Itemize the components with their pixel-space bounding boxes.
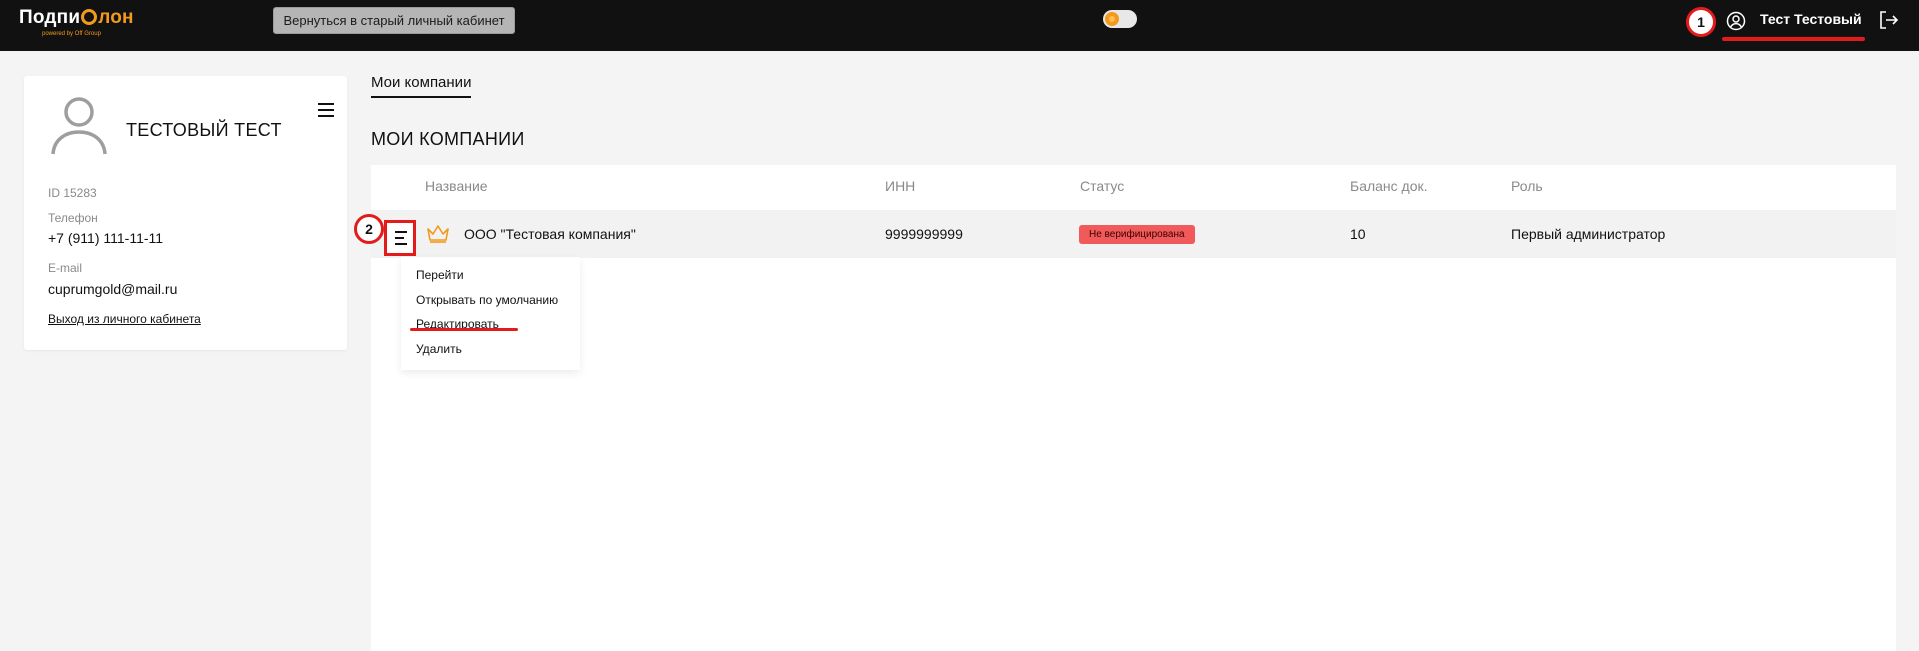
profile-card: ТЕСТОВЫЙ ТЕСТ ID 15283 Телефон +7 (911) … bbox=[24, 76, 347, 350]
logo-text-part2: лон bbox=[98, 7, 134, 28]
toggle-knob-icon bbox=[1105, 12, 1119, 26]
row-action-menu: Перейти Открывать по умолчанию Редактиро… bbox=[401, 257, 580, 370]
table-row[interactable]: ООО "Тестовая компания" 9999999999 Не ве… bbox=[371, 210, 1896, 258]
annotation-marker-1: 1 bbox=[1686, 7, 1716, 37]
email-label: E-mail bbox=[48, 261, 83, 275]
annotation-underline-edit bbox=[410, 328, 518, 331]
menu-item-open[interactable]: Перейти bbox=[416, 268, 464, 282]
annotation-marker-2: 2 bbox=[354, 214, 384, 244]
menu-line bbox=[395, 243, 407, 245]
company-role: Первый администратор bbox=[1511, 226, 1666, 242]
top-bar: Подпи лон powered by Off Group Вернуться … bbox=[0, 0, 1919, 51]
profile-menu-icon[interactable] bbox=[318, 103, 334, 117]
menu-item-delete[interactable]: Удалить bbox=[416, 342, 462, 356]
table-header: Название ИНН Статус Баланс док. Роль bbox=[371, 165, 1896, 210]
avatar-icon bbox=[51, 97, 107, 155]
company-name[interactable]: ООО "Тестовая компания" bbox=[464, 226, 636, 242]
back-to-old-cabinet-button[interactable]: Вернуться в старый личный кабинет bbox=[273, 7, 515, 34]
column-header-balance[interactable]: Баланс док. bbox=[1350, 178, 1428, 194]
menu-line bbox=[395, 231, 407, 233]
column-header-role[interactable]: Роль bbox=[1511, 178, 1543, 194]
phone-label: Телефон bbox=[48, 211, 98, 225]
logo[interactable]: Подпи лон powered by Off Group bbox=[19, 7, 134, 37]
company-inn: 9999999999 bbox=[885, 226, 963, 242]
logo-subtext: powered by Off Group bbox=[42, 31, 101, 37]
theme-toggle[interactable] bbox=[1103, 10, 1137, 28]
company-balance: 10 bbox=[1350, 226, 1366, 242]
status-badge: Не верифицирована bbox=[1079, 225, 1195, 244]
annotation-underline-user bbox=[1722, 37, 1865, 41]
phone-value: +7 (911) 111-11-11 bbox=[48, 230, 164, 246]
profile-name: ТЕСТОВЫЙ ТЕСТ bbox=[126, 120, 282, 140]
logo-circle-icon bbox=[81, 9, 98, 25]
header-user-name[interactable]: Тест Тестовый bbox=[1760, 11, 1862, 27]
column-header-inn[interactable]: ИНН bbox=[885, 178, 915, 194]
logout-icon[interactable] bbox=[1877, 9, 1899, 31]
page-title: МОИ КОМПАНИИ bbox=[371, 129, 525, 149]
column-header-name[interactable]: Название bbox=[425, 178, 488, 194]
logo-text-part1: Подпи bbox=[19, 7, 81, 28]
column-header-status[interactable]: Статус bbox=[1080, 178, 1124, 194]
companies-table: Название ИНН Статус Баланс док. Роль ООО… bbox=[371, 165, 1896, 651]
user-circle-icon[interactable] bbox=[1726, 11, 1746, 31]
logo-text: Подпи лон bbox=[19, 7, 134, 29]
profile-id: ID 15283 bbox=[48, 186, 97, 200]
row-menu-button[interactable] bbox=[384, 220, 416, 256]
crown-icon bbox=[427, 225, 449, 243]
menu-line bbox=[395, 237, 404, 239]
email-value: cuprumgold@mail.ru bbox=[48, 281, 178, 297]
logout-link[interactable]: Выход из личного кабинета bbox=[48, 312, 201, 326]
menu-item-open-by-default[interactable]: Открывать по умолчанию bbox=[416, 293, 558, 307]
tab-my-companies[interactable]: Мои компании bbox=[371, 74, 472, 98]
